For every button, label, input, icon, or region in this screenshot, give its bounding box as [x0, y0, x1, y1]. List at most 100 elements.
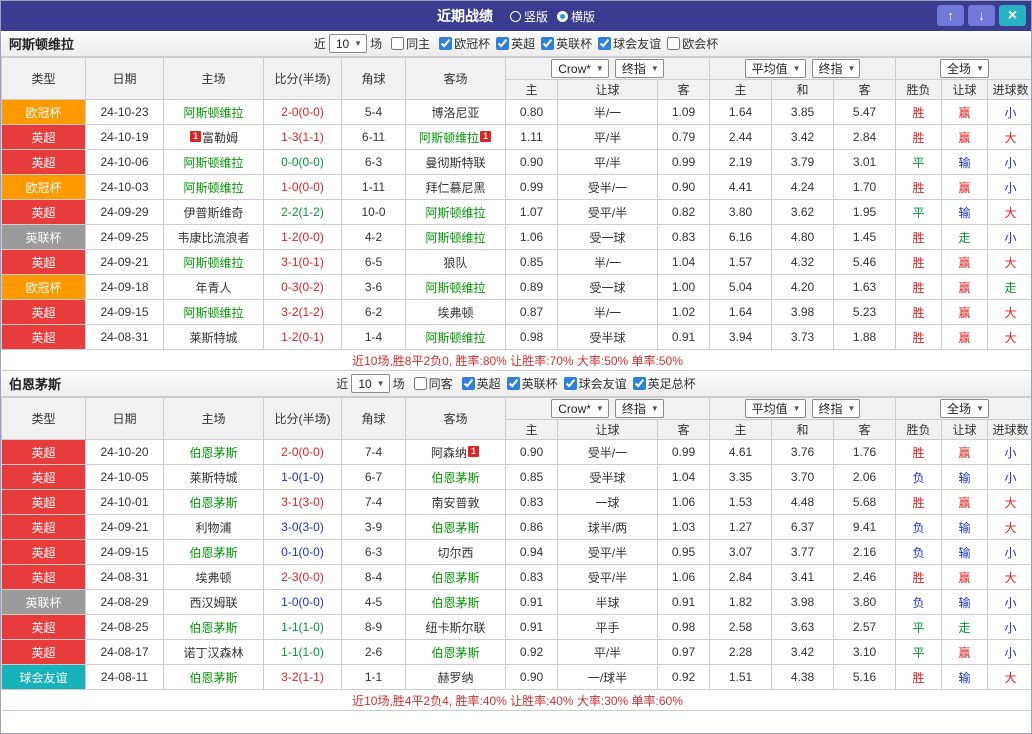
match-date: 24-10-01	[85, 489, 164, 515]
match-date: 24-10-06	[85, 149, 164, 175]
team-label: 莱斯特城	[189, 470, 238, 485]
checkbox-input[interactable]	[391, 37, 405, 50]
close-button[interactable]: ×	[999, 5, 1026, 26]
team-label: 南安普敦	[431, 495, 480, 510]
col-header-home: 主场	[163, 397, 264, 440]
match-date: 24-09-18	[85, 274, 164, 300]
away-odds: 0.91	[657, 324, 710, 350]
team-label: 伯恩茅斯	[431, 645, 480, 660]
recent-results-window: 近期战绩 竖版 横版 ↑ ↓ × 阿斯顿维拉 近 10 ▼ 场 同主 欧冠杯 英…	[0, 0, 1032, 734]
match-row: 英超 24-09-15 伯恩茅斯 0-1(0-0) 6-3 切尔西 0.94 受平/半 0.95…	[1, 539, 1031, 565]
average-time-select[interactable]: 终指 ▼	[811, 399, 861, 418]
league-label: 英超	[476, 377, 501, 391]
corner-count: 6-5	[341, 249, 406, 275]
score-halftime: 1-1(1-0)	[263, 614, 342, 640]
avg-away-odds: 2.06	[832, 464, 897, 490]
league-label: 英超	[511, 37, 536, 51]
red-card-badge: 1	[189, 130, 201, 142]
match-date: 24-10-23	[85, 99, 164, 125]
home-odds: 0.89	[505, 274, 558, 300]
checkbox-input[interactable]	[461, 377, 475, 390]
scroll-up-button[interactable]: ↑	[937, 5, 964, 26]
league-filter-checkbox[interactable]: 球会友谊	[598, 35, 661, 52]
league-filter-checkbox[interactable]: 英联杯	[541, 35, 592, 52]
team-label: 阿斯顿维拉	[425, 205, 486, 220]
average-source-select[interactable]: 平均值 ▼	[744, 59, 806, 78]
corner-count: 6-7	[341, 464, 406, 490]
avg-away-odds: 5.46	[832, 249, 897, 275]
league-filter-checkbox[interactable]: 英超	[496, 35, 535, 52]
bookmaker-select[interactable]: Crow* ▼	[551, 399, 609, 418]
away-odds: 0.97	[657, 639, 710, 665]
same-venue-checkbox[interactable]: 同客	[413, 375, 453, 392]
layout-radio-horizontal[interactable]: 横版	[557, 8, 595, 25]
summary-text: 近10场,胜8平2负0, 胜率:80% 让胜率:70% 大率:50% 单率:50…	[1, 349, 1031, 371]
checkbox-input[interactable]	[667, 37, 681, 50]
league-filter-checkbox[interactable]: 英联杯	[506, 375, 558, 392]
odds-time-select[interactable]: 终指 ▼	[614, 59, 664, 78]
average-source-select[interactable]: 平均值 ▼	[744, 399, 806, 418]
away-team: 埃弗顿	[405, 299, 506, 325]
avg-away-odds: 1.45	[832, 224, 897, 250]
odds-controls: Crow* ▼ 终指 ▼	[505, 57, 710, 80]
win-draw-loss: 平	[895, 614, 943, 640]
col-header-corner: 角球	[341, 397, 406, 440]
checkbox-input[interactable]	[598, 37, 612, 50]
league-filter-checkbox[interactable]: 欧会杯	[667, 35, 718, 52]
avg-away-odds: 1.88	[832, 324, 897, 350]
checkbox-input[interactable]	[506, 377, 520, 390]
chevron-down-icon: ▼	[792, 64, 801, 73]
match-count-select[interactable]: 10 ▼	[328, 34, 368, 53]
away-odds: 0.82	[657, 199, 710, 225]
scope-select[interactable]: 全场 ▼	[940, 59, 989, 78]
checkbox-input[interactable]	[439, 37, 453, 50]
league-filter-checkbox[interactable]: 球会友谊	[563, 375, 627, 392]
avg-draw-odds: 3.98	[771, 589, 834, 615]
avg-away-odds: 1.63	[832, 274, 897, 300]
handicap-result: 赢	[941, 174, 989, 200]
team-label: 阿斯顿维拉	[183, 155, 244, 170]
league-filter-checkbox[interactable]: 英超	[461, 375, 501, 392]
league-filter-checkbox[interactable]: 英足总杯	[632, 375, 696, 392]
average-time-select[interactable]: 终指 ▼	[811, 59, 861, 78]
match-date: 24-08-31	[85, 324, 164, 350]
checkbox-input[interactable]	[541, 37, 555, 50]
competition-badge: 英超	[1, 514, 86, 540]
handicap-line: 受半/一	[557, 439, 658, 465]
scroll-down-button[interactable]: ↓	[968, 5, 995, 26]
scope-select[interactable]: 全场 ▼	[940, 399, 989, 418]
select-value: 全场	[947, 62, 972, 76]
team-label: 阿斯顿维拉	[183, 255, 244, 270]
select-value: 10	[358, 376, 372, 391]
odds-time-select[interactable]: 终指 ▼	[614, 399, 664, 418]
handicap-result: 赢	[941, 564, 989, 590]
titlebar: 近期战绩 竖版 横版 ↑ ↓ ×	[1, 1, 1031, 31]
subcol-away-odds: 客	[657, 79, 710, 100]
home-odds: 0.91	[505, 589, 558, 615]
layout-radio-vertical[interactable]: 竖版	[509, 8, 548, 25]
checkbox-input[interactable]	[632, 377, 646, 390]
home-odds: 1.07	[505, 199, 558, 225]
league-filter-checkbox[interactable]: 欧冠杯	[439, 35, 490, 52]
checkbox-input[interactable]	[413, 377, 427, 390]
corner-count: 2-6	[341, 639, 406, 665]
handicap-result: 输	[941, 664, 989, 690]
away-team: 伯恩茅斯	[405, 589, 506, 615]
bookmaker-select[interactable]: Crow* ▼	[551, 59, 609, 78]
score-halftime: 0-1(0-0)	[263, 539, 342, 565]
same-venue-checkbox[interactable]: 同主	[391, 35, 430, 52]
team-label: 年青人	[195, 280, 232, 295]
handicap-result: 输	[941, 149, 989, 175]
home-odds: 0.87	[505, 299, 558, 325]
match-count-select[interactable]: 10 ▼	[351, 374, 390, 393]
section-header-bar: 阿斯顿维拉 近 10 ▼ 场 同主 欧冠杯 英超 英联杯 球会友谊 欧会杯	[1, 31, 1031, 57]
checkbox-input[interactable]	[496, 37, 510, 50]
summary-text: 近10场,胜4平2负4, 胜率:40% 让胜率:40% 大率:30% 单率:60…	[1, 689, 1031, 711]
subcol-handicap: 让球	[557, 419, 658, 440]
subcol-away-odds: 客	[657, 419, 710, 440]
avg-away-odds: 1.76	[832, 439, 897, 465]
checkbox-input[interactable]	[563, 377, 577, 390]
away-odds: 1.09	[657, 99, 710, 125]
score-halftime: 3-2(1-2)	[263, 299, 342, 325]
handicap-line: 半/一	[557, 249, 658, 275]
